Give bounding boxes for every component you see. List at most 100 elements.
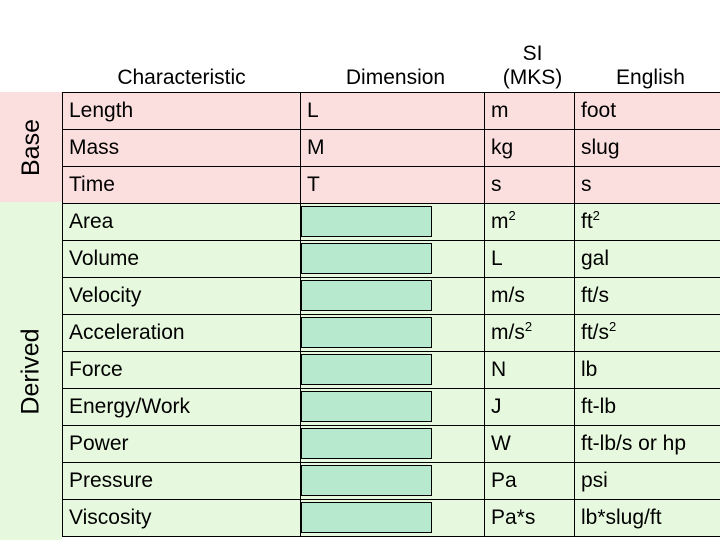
cell-english-text: ft/s bbox=[581, 320, 610, 344]
cell-dimension: L bbox=[300, 91, 485, 130]
cell-si: L bbox=[484, 239, 575, 278]
dimension-answer-box[interactable] bbox=[301, 427, 432, 459]
table-body: Length Lm foot Mass Mkg slug Time Ts s Area m2 ft2 V… bbox=[62, 91, 720, 537]
cell-english-text: gal bbox=[581, 246, 610, 270]
cell-si-text: J bbox=[491, 394, 502, 418]
cell-si-text: m/s bbox=[491, 283, 525, 307]
cell-dimension-blank[interactable] bbox=[300, 313, 485, 352]
cell-characteristic: Volume bbox=[62, 239, 301, 278]
table-row: Power Wft-lb/s or hp bbox=[62, 424, 720, 463]
cell-english-exponent: 2 bbox=[592, 207, 600, 223]
slide-canvas: Base Derived Characteristic Dimension SI… bbox=[0, 0, 720, 540]
header-characteristic: Characteristic bbox=[62, 21, 301, 92]
cell-characteristic: Time bbox=[62, 165, 301, 204]
dimension-answer-box[interactable] bbox=[301, 205, 432, 237]
cell-si-text: m bbox=[491, 209, 509, 233]
table-row: Velocity m/s ft/s bbox=[62, 276, 720, 315]
table-row: Pressure Pa psi bbox=[62, 461, 720, 500]
cell-characteristic: Force bbox=[62, 350, 301, 389]
cell-english-text: ft/s bbox=[581, 283, 610, 307]
cell-si: m2 bbox=[484, 202, 575, 241]
cell-si: Pa bbox=[484, 461, 575, 500]
cell-si-exponent: 2 bbox=[508, 207, 516, 223]
cell-english: lb bbox=[574, 350, 720, 389]
cell-si-text: Pa*s bbox=[491, 505, 536, 529]
dimension-answer-box[interactable] bbox=[301, 353, 432, 385]
cell-english: foot bbox=[574, 91, 720, 130]
cell-dimension-blank[interactable] bbox=[300, 350, 485, 389]
cell-dimension-blank[interactable] bbox=[300, 387, 485, 426]
cell-dimension: T bbox=[300, 165, 485, 204]
dimension-answer-box[interactable] bbox=[301, 316, 432, 348]
cell-si: N bbox=[484, 350, 575, 389]
table-header-row: Characteristic Dimension SI (MKS) Englis… bbox=[62, 21, 720, 92]
header-si-line1: SI bbox=[522, 42, 543, 66]
cell-characteristic: Mass bbox=[62, 128, 301, 167]
dimension-answer-box[interactable] bbox=[301, 279, 432, 311]
table-row: Force Nlb bbox=[62, 350, 720, 389]
cell-english-text: lb bbox=[581, 357, 598, 381]
cell-si: m/s bbox=[484, 276, 575, 315]
table-row: Volume Lgal bbox=[62, 239, 720, 278]
cell-si-text: N bbox=[491, 357, 507, 381]
cell-si-text: s bbox=[491, 172, 502, 196]
cell-english: ft-lb/s or hp bbox=[574, 424, 720, 463]
cell-dimension: M bbox=[300, 128, 485, 167]
cell-dimension-blank[interactable] bbox=[300, 461, 485, 500]
cell-si-text: Pa bbox=[491, 468, 517, 492]
cell-si: m/s2 bbox=[484, 313, 575, 352]
table-row: Viscosity Pa*s lb*slug/ft bbox=[62, 498, 720, 537]
cell-si: m bbox=[484, 91, 575, 130]
cell-english-text: ft-lb/s or hp bbox=[581, 431, 687, 455]
header-english: English bbox=[574, 21, 720, 92]
cell-dimension-blank[interactable] bbox=[300, 424, 485, 463]
table-row: Acceleration m/s2 ft/s2 bbox=[62, 313, 720, 352]
cell-characteristic: Energy/Work bbox=[62, 387, 301, 426]
dimension-answer-box[interactable] bbox=[301, 242, 432, 274]
cell-si-text: m/s bbox=[491, 320, 525, 344]
table-row: Length Lm foot bbox=[62, 91, 720, 130]
cell-english-text: slug bbox=[581, 135, 620, 159]
dimension-answer-box[interactable] bbox=[301, 464, 432, 496]
cell-characteristic: Area bbox=[62, 202, 301, 241]
cell-english-text: foot bbox=[581, 98, 617, 122]
cell-english: s bbox=[574, 165, 720, 204]
dimension-answer-box[interactable] bbox=[301, 390, 432, 422]
units-table-container: Characteristic Dimension SI (MKS) Englis… bbox=[62, 0, 720, 540]
table-row: Energy/Work Jft-lb bbox=[62, 387, 720, 426]
cell-english-exponent: 2 bbox=[609, 318, 617, 334]
cell-si: kg bbox=[484, 128, 575, 167]
cell-dimension-blank[interactable] bbox=[300, 202, 485, 241]
cell-english-text: ft-lb bbox=[581, 394, 617, 418]
header-si: SI (MKS) bbox=[484, 21, 575, 92]
cell-si-text: L bbox=[491, 246, 503, 270]
cell-characteristic: Acceleration bbox=[62, 313, 301, 352]
header-dimension: Dimension bbox=[300, 21, 485, 92]
cell-dimension-blank[interactable] bbox=[300, 498, 485, 537]
cell-characteristic: Pressure bbox=[62, 461, 301, 500]
cell-english: ft2 bbox=[574, 202, 720, 241]
section-label-derived-text: Derived bbox=[16, 327, 45, 415]
cell-english: ft-lb bbox=[574, 387, 720, 426]
cell-dimension-blank[interactable] bbox=[300, 239, 485, 278]
cell-si-text: W bbox=[491, 431, 511, 455]
cell-english: gal bbox=[574, 239, 720, 278]
table-row: Mass Mkg slug bbox=[62, 128, 720, 167]
cell-si: J bbox=[484, 387, 575, 426]
cell-si: Pa*s bbox=[484, 498, 575, 537]
cell-characteristic: Power bbox=[62, 424, 301, 463]
cell-si-text: m bbox=[491, 98, 509, 122]
cell-english: ft/s2 bbox=[574, 313, 720, 352]
section-label-base: Base bbox=[0, 92, 62, 202]
cell-english-text: ft bbox=[581, 209, 593, 233]
cell-si: W bbox=[484, 424, 575, 463]
cell-english: lb*slug/ft bbox=[574, 498, 720, 537]
cell-si-exponent: 2 bbox=[524, 318, 533, 334]
cell-si-text: kg bbox=[491, 135, 514, 159]
table-row: Area m2 ft2 bbox=[62, 202, 720, 241]
cell-si: s bbox=[484, 165, 575, 204]
dimension-answer-box[interactable] bbox=[301, 501, 432, 533]
cell-dimension-blank[interactable] bbox=[300, 276, 485, 315]
cell-characteristic: Length bbox=[62, 91, 301, 130]
cell-characteristic: Viscosity bbox=[62, 498, 301, 537]
